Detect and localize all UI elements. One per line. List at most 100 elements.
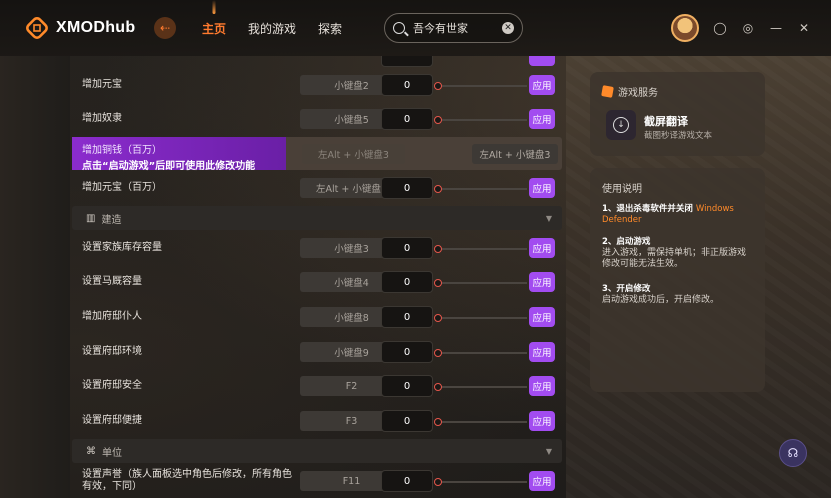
apply-button[interactable]: 应用 (529, 411, 555, 432)
app-name: XMODhub (56, 19, 136, 36)
table-row: 增加元宝 小键盘2 0 应用 (70, 68, 564, 103)
close-icon[interactable]: ✕ (797, 21, 811, 35)
chevron-down-icon: ▼ (545, 213, 552, 223)
chevron-down-icon: ▼ (545, 446, 552, 456)
value-input[interactable]: 0 (381, 237, 433, 260)
slider-handle[interactable] (434, 349, 442, 358)
value-slider[interactable] (434, 185, 527, 194)
row-label: 设置家族库存容量 (82, 242, 162, 254)
instruction-step: 3、开启修改 启动游戏成功后，开启修改。 (602, 284, 754, 306)
service-desc: 截图秒译游戏文本 (644, 131, 713, 141)
instructions-panel: 使用说明 1、退出杀毒软件并关闭 Windows Defender 2、启动游戏… (590, 168, 765, 392)
app-logo[interactable]: XMODhub (26, 17, 146, 39)
value-input[interactable]: 0 (381, 271, 433, 294)
step-title: 2、启动游戏 (602, 237, 651, 247)
apply-button[interactable]: 应用 (529, 342, 555, 363)
table-row: 设置府邸便捷 F3 0 应用 (70, 404, 564, 439)
service-header: 游戏服务 (601, 84, 658, 99)
value-input[interactable]: 0 (381, 306, 433, 329)
apply-button[interactable]: 应用 (529, 238, 555, 259)
avatar[interactable] (671, 14, 699, 42)
apply-button[interactable]: 应用 (529, 178, 555, 199)
value-input[interactable] (381, 56, 433, 68)
row-label: 设置府邸便捷 (82, 415, 142, 427)
value-input[interactable]: 0 (381, 341, 433, 364)
main-nav: 主页 我的游戏 探索 (202, 20, 342, 37)
apply-button[interactable] (529, 56, 555, 67)
section-header-build[interactable]: ▥ 建造 ▼ (72, 206, 562, 230)
apply-button[interactable]: 应用 (529, 471, 555, 492)
hotkey-badge-secondary[interactable]: 左Alt + 小键盘3 (472, 144, 558, 164)
instruction-step: 2、启动游戏 进入游戏，需保持单机；非正版游戏修改可能无法生效。 (602, 237, 754, 270)
value-slider[interactable] (434, 478, 527, 487)
support-headset-button[interactable]: ☊ (779, 439, 807, 467)
arrow-left-icon: ⇠ (159, 21, 171, 35)
row-label: 增加奴隶 (82, 113, 122, 125)
search-input[interactable] (413, 21, 503, 35)
row-label: 增加府邸仆人 (82, 311, 142, 323)
slider-handle[interactable] (434, 185, 442, 194)
value-input[interactable]: 0 (381, 74, 433, 97)
value-input[interactable]: 0 (381, 410, 433, 433)
search-box[interactable]: ✕ (384, 13, 524, 43)
row-label: 增加元宝（百万） (82, 182, 162, 194)
value-input[interactable]: 0 (381, 470, 433, 493)
value-input[interactable]: 0 (381, 177, 433, 200)
cheat-list: 增加元宝 小键盘2 0 应用 增加奴隶 小键盘5 0 应用 增加铜钱（百万） 点… (70, 56, 566, 498)
slider-handle[interactable] (434, 314, 442, 323)
nav-explore[interactable]: 探索 (318, 20, 342, 37)
apply-button[interactable]: 应用 (529, 109, 555, 130)
apply-button[interactable]: 应用 (529, 75, 555, 96)
table-row-disabled: 增加铜钱（百万） 点击“启动游戏”后即可使用此修改功能 左Alt + 小键盘3 … (72, 137, 562, 172)
value-slider[interactable] (434, 279, 527, 288)
value-slider[interactable] (434, 383, 527, 392)
service-header-label: 游戏服务 (618, 88, 658, 99)
row-label: 设置声誉（族人面板选中角色后修改，所有角色有效，下同） (82, 469, 292, 493)
table-row: 设置府邸环境 小键盘9 0 应用 (70, 335, 564, 370)
step-title: 3、开启修改 (602, 284, 651, 294)
apply-button[interactable]: 应用 (529, 307, 555, 328)
nav-my-games[interactable]: 我的游戏 (248, 20, 296, 37)
slider-handle[interactable] (434, 116, 442, 125)
back-button[interactable]: ⇠ (154, 17, 176, 39)
slider-handle[interactable] (434, 279, 442, 288)
start-game-tooltip: 增加铜钱（百万） 点击“启动游戏”后即可使用此修改功能 (72, 137, 286, 172)
value-slider[interactable] (434, 418, 527, 427)
row-label: 增加元宝 (82, 79, 122, 91)
slider-handle[interactable] (434, 383, 442, 392)
apply-button[interactable]: 应用 (529, 376, 555, 397)
table-row: 增加元宝（百万） 左Alt + 小键盘4 0 应用 (70, 171, 564, 206)
value-slider[interactable] (434, 82, 527, 91)
row-label: 设置府邸环境 (82, 346, 142, 358)
screenshot-translate-button[interactable]: ↓ (606, 110, 636, 140)
step-title: 1、退出杀毒软件并关闭 Windows Defender (602, 204, 734, 225)
value-slider[interactable] (434, 116, 527, 125)
download-icon: ↓ (613, 117, 629, 133)
help-circle-icon[interactable]: ◯ (713, 21, 727, 35)
section-header-units[interactable]: ⌘ 单位 ▼ (72, 439, 562, 463)
value-input[interactable]: 0 (381, 375, 433, 398)
slider-handle[interactable] (434, 82, 442, 91)
table-row: 设置马厩容量 小键盘4 0 应用 (70, 265, 564, 300)
game-service-panel: 游戏服务 ↓ 截屏翻译 截图秒译游戏文本 (590, 72, 765, 156)
clear-icon[interactable]: ✕ (502, 22, 515, 34)
settings-icon[interactable]: ◎ (741, 21, 755, 35)
value-input[interactable]: 0 (381, 108, 433, 131)
top-bar: XMODhub ⇠ 主页 我的游戏 探索 ✕ ◯ ◎ — ✕ (0, 0, 831, 56)
slider-handle[interactable] (434, 478, 442, 487)
value-slider[interactable] (434, 314, 527, 323)
service-name[interactable]: 截屏翻译 (644, 113, 688, 129)
nav-home[interactable]: 主页 (202, 20, 226, 37)
section-label: 建造 (101, 214, 122, 226)
minimize-icon[interactable]: — (769, 21, 783, 35)
table-row: 设置声誉（族人面板选中角色后修改，所有角色有效，下同） F11 0 应用 (70, 464, 564, 498)
apply-button[interactable]: 应用 (529, 272, 555, 293)
row-label: 增加铜钱（百万） (82, 145, 162, 156)
search-icon (393, 22, 406, 34)
value-slider[interactable] (434, 349, 527, 358)
building-icon: ▥ (86, 212, 96, 224)
value-slider[interactable] (434, 245, 527, 254)
slider-handle[interactable] (434, 245, 442, 254)
instructions-title: 使用说明 (602, 184, 642, 195)
slider-handle[interactable] (434, 418, 442, 427)
